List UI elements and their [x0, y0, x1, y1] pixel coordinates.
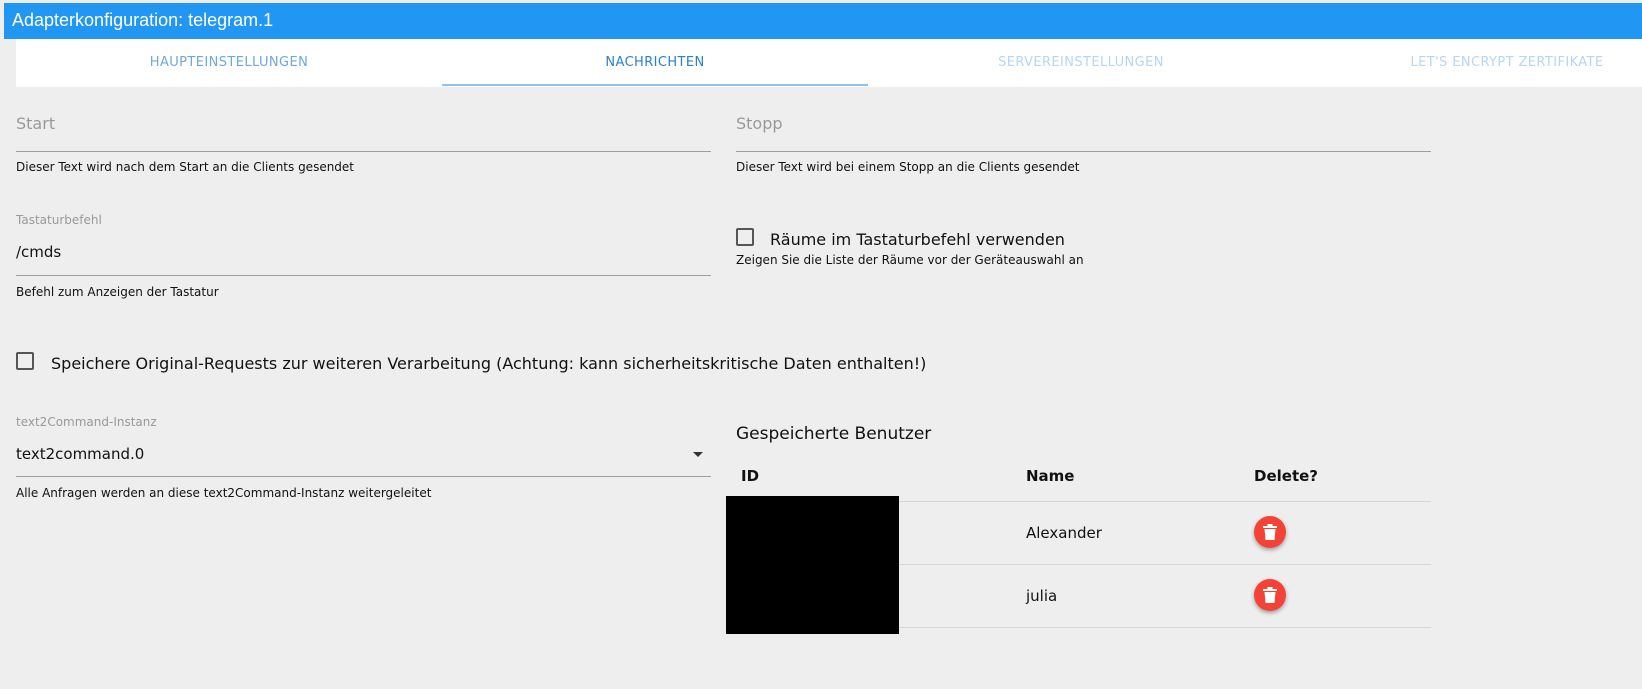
delete-user-button[interactable]	[1254, 579, 1286, 611]
keyboard-helper: Befehl zum Anzeigen der Tastatur	[16, 285, 219, 299]
start-underline	[16, 151, 711, 152]
tab-lets-encrypt[interactable]: LET'S ENCRYPT ZERTIFIKATE	[1294, 39, 1642, 87]
start-helper: Dieser Text wird nach dem Start an die C…	[16, 160, 355, 174]
keyboard-underline	[16, 275, 711, 276]
rooms-checkbox[interactable]	[736, 228, 754, 246]
rooms-checkbox-label: Räume im Tastaturbefehl verwenden	[770, 230, 1065, 249]
user-name: Alexander	[1026, 524, 1102, 542]
text2command-label: text2Command-Instanz	[16, 415, 157, 429]
text2command-select[interactable]: text2command.0	[16, 445, 711, 463]
users-header-name: Name	[1026, 467, 1075, 485]
window-title: Adapterkonfiguration: telegram.1	[12, 10, 274, 30]
stopp-input[interactable]	[736, 118, 1431, 146]
tab-haupteinstellungen[interactable]: HAUPTEINSTELLUNGEN	[16, 39, 442, 87]
tab-nachrichten[interactable]: NACHRICHTEN	[442, 39, 868, 87]
trash-icon	[1263, 524, 1277, 540]
tab-bar: HAUPTEINSTELLUNGEN NACHRICHTEN SERVEREIN…	[16, 39, 1642, 87]
keyboard-input[interactable]: /cmds	[16, 243, 711, 261]
text2command-helper: Alle Anfragen werden an diese text2Comma…	[16, 486, 432, 500]
stopp-underline	[736, 151, 1431, 152]
tab-active-indicator	[442, 84, 868, 86]
tab-servereinstellungen[interactable]: SERVEREINSTELLUNGEN	[868, 39, 1294, 87]
save-raw-checkbox[interactable]	[16, 352, 34, 370]
title-bar: Adapterkonfiguration: telegram.1	[4, 3, 1642, 39]
trash-icon	[1263, 587, 1277, 603]
caret-down-icon[interactable]	[693, 452, 703, 457]
keyboard-label: Tastaturbefehl	[16, 213, 102, 227]
save-raw-checkbox-label: Speichere Original-Requests zur weiteren…	[51, 354, 927, 373]
user-name: julia	[1026, 587, 1058, 605]
text2command-underline	[16, 476, 711, 477]
start-input[interactable]	[16, 118, 711, 146]
users-header-delete: Delete?	[1254, 467, 1318, 485]
rooms-helper: Zeigen Sie die Liste der Räume vor der G…	[736, 253, 1084, 267]
redacted-id-block	[726, 496, 899, 634]
stopp-helper: Dieser Text wird bei einem Stopp an die …	[736, 160, 1080, 174]
users-header-id: ID	[741, 467, 760, 485]
delete-user-button[interactable]	[1254, 516, 1286, 548]
users-section-title: Gespeicherte Benutzer	[736, 424, 932, 444]
